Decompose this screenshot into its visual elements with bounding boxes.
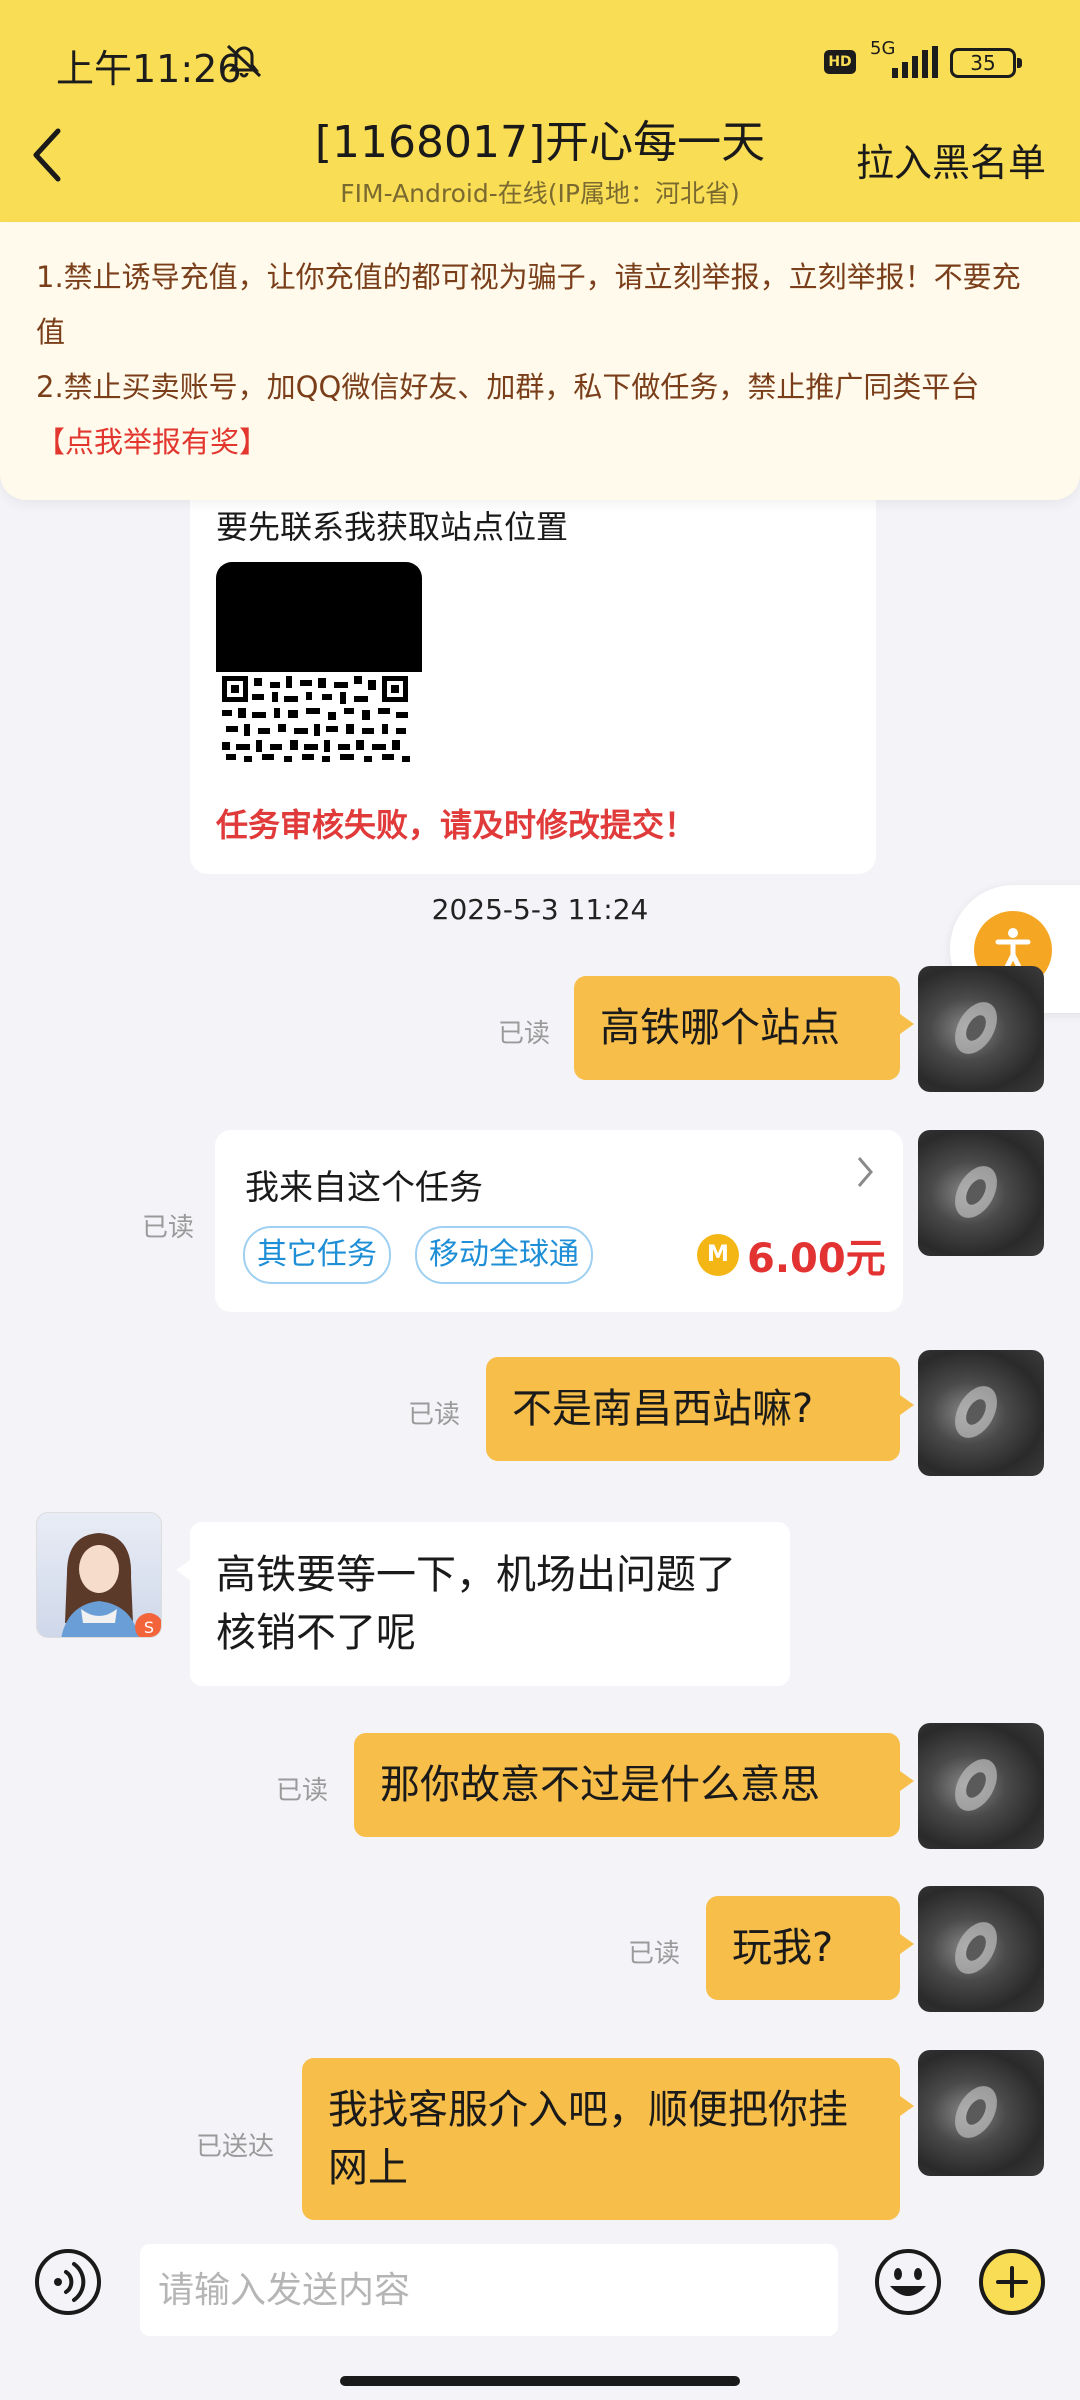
notice-line-1: 1.禁止诱导充值，让你充值的都可视为骗子，请立刻举报，立刻举报！不要充值: [36, 260, 1021, 349]
chat-header: 上午11:26 HD 5G 35 [1168017]开心每一天 FIM-Andr…: [0, 0, 1080, 222]
avatar-self[interactable]: [918, 1886, 1044, 2012]
task-fail-text: 任务审核失败，请及时修改提交！: [216, 806, 697, 844]
read-status: 已读: [628, 1939, 681, 1969]
message-bubble-self[interactable]: 那你故意不过是什么意思: [354, 1733, 914, 1837]
avatar-self[interactable]: [918, 2050, 1044, 2176]
avatar-other[interactable]: S: [36, 1512, 162, 1638]
home-indicator[interactable]: [340, 2376, 740, 2386]
input-bar: [0, 2226, 1080, 2400]
message-bubble-self[interactable]: 玩我?: [706, 1896, 914, 2000]
task-tag[interactable]: 其它任务: [243, 1226, 391, 1284]
message-text: 高铁要等一下，机场出问题了核销不了呢: [216, 1552, 736, 1656]
read-status: 已读: [408, 1400, 461, 1430]
read-status: 已读: [276, 1776, 329, 1806]
avatar-self[interactable]: [918, 966, 1044, 1092]
plus-icon[interactable]: [978, 2248, 1046, 2316]
avatar-self[interactable]: [918, 1350, 1044, 1476]
message-bubble-other[interactable]: 高铁要等一下，机场出问题了核销不了呢: [176, 1522, 790, 1686]
message-input[interactable]: [140, 2244, 838, 2336]
qr-code-image[interactable]: [216, 562, 422, 768]
notice-line-2-text: 2.禁止买卖账号，加QQ微信好友、加群，私下做任务，禁止推广同类平台: [36, 370, 980, 404]
hd-icon: HD: [824, 50, 856, 74]
voice-icon[interactable]: [34, 2248, 102, 2316]
task-price: 6.00元: [747, 1236, 886, 1282]
message-text: 高铁哪个站点: [600, 1005, 840, 1051]
message-bubble-self[interactable]: 我找客服介入吧，顺便把你挂网上: [302, 2058, 914, 2220]
notice-banner: 1.禁止诱导充值，让你充值的都可视为骗子，请立刻举报，立刻举报！不要充值 2.禁…: [0, 222, 1080, 500]
report-link[interactable]: 【点我举报有奖】: [36, 425, 268, 459]
avatar-self[interactable]: [918, 1130, 1044, 1256]
avatar-self[interactable]: [918, 1723, 1044, 1849]
message-timestamp: 2025-5-3 11:24: [431, 893, 649, 926]
signal-icon: [892, 46, 938, 78]
qr-code-icon: [222, 676, 410, 762]
delivered-status: 已送达: [196, 2132, 275, 2162]
message-text: 那你故意不过是什么意思: [380, 1762, 820, 1808]
self-avatar-image: [955, 1759, 997, 1811]
chevron-right-icon: [857, 1157, 873, 1187]
mute-bell-icon: [226, 44, 262, 78]
status-time: 上午11:26: [56, 47, 242, 91]
task-source-title: 我来自这个任务: [245, 1168, 483, 1208]
self-avatar-image: [955, 1386, 997, 1438]
message-bubble-self[interactable]: 不是南昌西站嘛?: [486, 1357, 914, 1461]
other-avatar-image: S: [61, 1533, 161, 1637]
self-avatar-image: [955, 1002, 997, 1054]
message-text: 不是南昌西站嘛?: [512, 1386, 814, 1432]
redacted-block: [216, 562, 422, 672]
emoji-icon[interactable]: [874, 2248, 942, 2316]
read-status: 已读: [498, 1019, 551, 1049]
coin-icon: M: [697, 1234, 739, 1276]
message-bubble-self[interactable]: 高铁哪个站点: [574, 976, 914, 1080]
battery-icon: 35: [950, 48, 1022, 78]
svg-text:S: S: [144, 1618, 154, 1637]
task-tag[interactable]: 移动全球通: [415, 1226, 593, 1284]
message-text: 玩我?: [732, 1925, 834, 1971]
message-text: 我找客服介入吧，顺便把你挂网上: [328, 2087, 848, 2191]
read-status: 已读: [142, 1213, 195, 1243]
self-avatar-image: [955, 2086, 997, 2138]
self-avatar-image: [955, 1922, 997, 1974]
self-avatar-image: [955, 1166, 997, 1218]
task-message-card: 要先联系我获取站点位置 任务审核失败，请及时修改提交！: [190, 470, 876, 874]
blacklist-button[interactable]: 拉入黑名单: [856, 132, 1046, 187]
task-card-text: 要先联系我获取站点位置: [216, 508, 569, 546]
notice-line-2: 2.禁止买卖账号，加QQ微信好友、加群，私下做任务，禁止推广同类平台 【点我举报有…: [36, 360, 1044, 470]
task-source-card[interactable]: 我来自这个任务 其它任务 移动全球通 M 6.00元: [215, 1130, 903, 1312]
